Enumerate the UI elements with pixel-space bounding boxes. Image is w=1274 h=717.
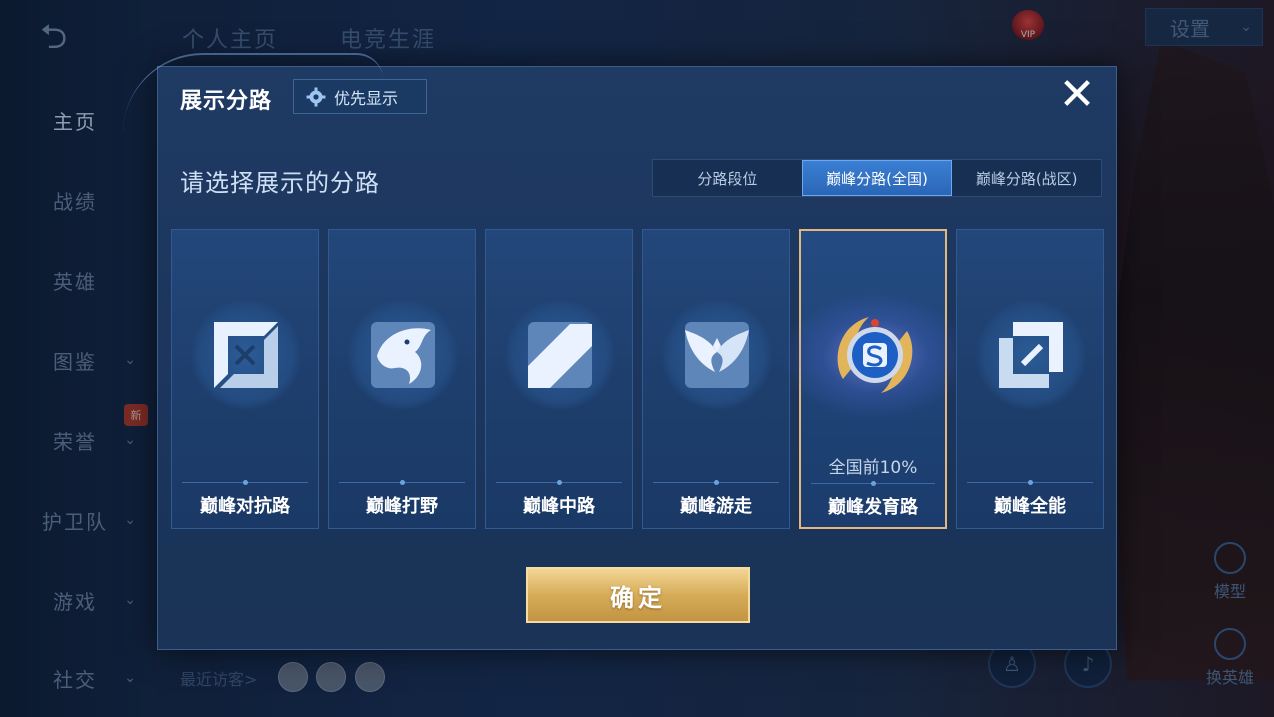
tab-lane-rank[interactable]: 分路段位 [653, 160, 802, 196]
clash-lane-icon [214, 322, 278, 388]
lane-card-all-round[interactable]: 巅峰全能 [956, 229, 1104, 529]
lane-card-roam[interactable]: 巅峰游走 [642, 229, 790, 529]
card-divider [496, 480, 622, 485]
lane-card-label: 巅峰中路 [523, 496, 595, 517]
ranking-scope-tabs: 分路段位 巅峰分路(全国) 巅峰分路(战区) [652, 159, 1102, 197]
all-round-icon [999, 322, 1063, 388]
card-divider [182, 480, 308, 485]
confirm-button[interactable]: 确定 [526, 567, 750, 623]
jungle-icon [371, 322, 435, 388]
farm-lane-icon [837, 317, 913, 393]
priority-display-button[interactable]: 优先显示 [293, 79, 427, 114]
close-icon[interactable]: ✕ [1055, 73, 1099, 119]
lane-rank-text: 全国前10% [828, 458, 918, 478]
card-divider [653, 480, 779, 485]
lane-card-label: 巅峰全能 [994, 496, 1066, 517]
mid-lane-icon [528, 322, 592, 388]
lane-card-label: 巅峰打野 [366, 496, 438, 517]
lane-card-label: 巅峰对抗路 [200, 496, 290, 517]
lane-card-list: 巅峰对抗路 巅峰打野 巅峰中路 巅峰游走 全国前10% 巅峰发育路 巅峰全能 [171, 229, 1105, 529]
card-divider [967, 480, 1093, 485]
lane-card-jungle[interactable]: 巅峰打野 [328, 229, 476, 529]
gear-icon [306, 87, 326, 106]
card-divider [811, 481, 935, 486]
dialog-prompt: 请选择展示的分路 [180, 169, 380, 197]
tab-peak-lane-national[interactable]: 巅峰分路(全国) [801, 160, 953, 196]
tab-peak-lane-region[interactable]: 巅峰分路(战区) [952, 160, 1101, 196]
lane-display-dialog: 展示分路 优先显示 ✕ 请选择展示的分路 分路段位 巅峰分路(全国) 巅峰分路(… [123, 53, 1117, 650]
lane-card-label: 巅峰发育路 [828, 497, 918, 518]
roam-icon [685, 322, 749, 388]
lane-card-label: 巅峰游走 [680, 496, 752, 517]
dialog-title: 展示分路 [180, 89, 273, 114]
priority-display-label: 优先显示 [334, 88, 399, 108]
lane-card-mid[interactable]: 巅峰中路 [485, 229, 633, 529]
lane-card-farm[interactable]: 全国前10% 巅峰发育路 [781, 229, 969, 529]
lane-card-clash[interactable]: 巅峰对抗路 [171, 229, 319, 529]
card-divider [339, 480, 465, 485]
